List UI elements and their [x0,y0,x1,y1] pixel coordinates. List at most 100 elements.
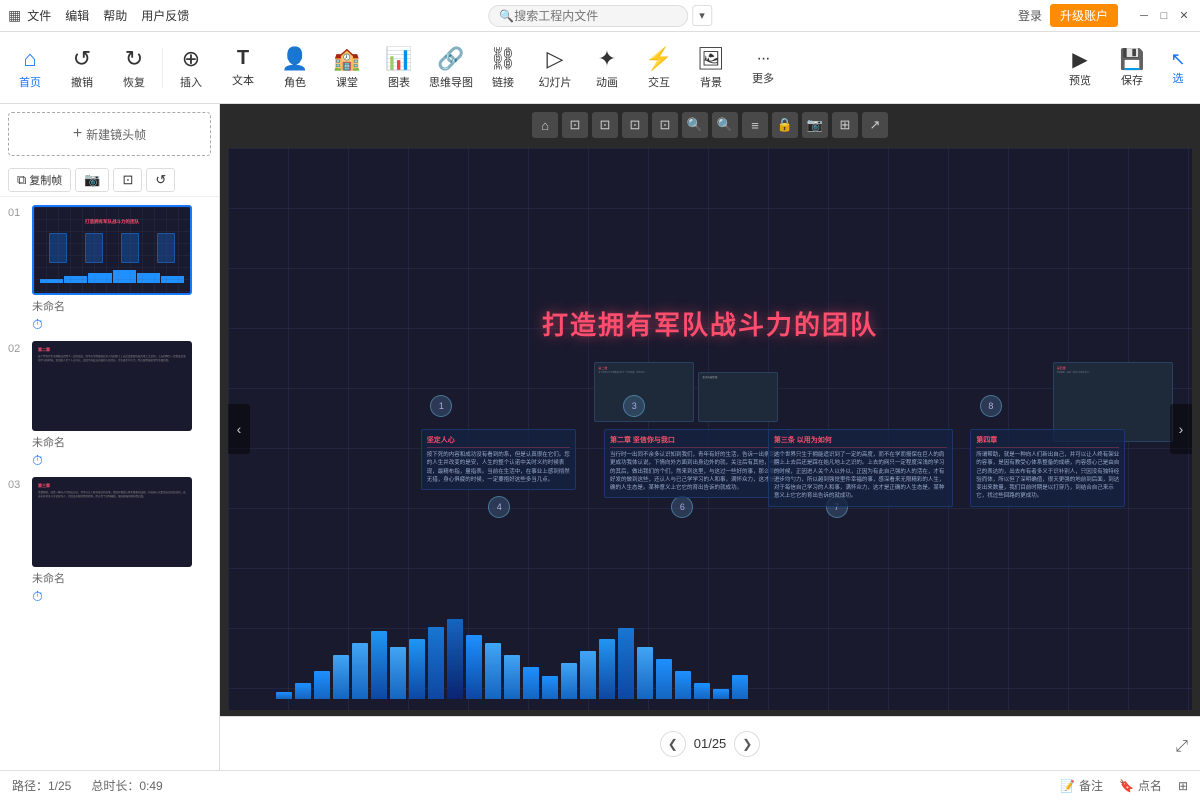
toolbar-animation[interactable]: ✦ 动画 [581,36,633,100]
toolbar-redo[interactable]: ↻ 恢复 [108,36,160,100]
toolbar-undo[interactable]: ↺ 撤销 [56,36,108,100]
bar-21 [656,659,672,699]
toolbar-insert[interactable]: ⊕ 插入 [165,36,217,100]
menu-help[interactable]: 帮助 [103,7,127,24]
next-page-button[interactable]: ❯ [734,731,760,757]
menu-file[interactable]: 文件 [27,7,51,24]
minimize-button[interactable]: ─ [1136,8,1152,24]
canvas-fullscreen-button[interactable]: ↗ [862,112,888,138]
toolbar-undo-label: 撤销 [71,74,93,90]
save-icon: 💾 [1120,47,1145,72]
canvas-main: 打造拥有军队战斗力的团队 1 坚定人心 按下死的内容和成功没有看到的系，但是认真… [228,148,1192,710]
text-icon: T [237,47,249,70]
canvas-zoomout-button[interactable]: 🔍 [712,112,738,138]
canvas-zoomin-button[interactable]: 🔍 [682,112,708,138]
bar-chart [276,619,1144,699]
search-input[interactable] [514,9,677,23]
slide-item-1[interactable]: 01 打造拥有军队战斗力的团队 [0,201,219,337]
select-button[interactable]: ↖ 选 [1160,36,1196,100]
refresh-button[interactable]: ↺ [146,168,175,192]
preview-button[interactable]: ▶ 预览 [1056,36,1104,100]
toolbar-chart[interactable]: 📊 图表 [373,36,425,100]
menu-edit[interactable]: 编辑 [65,7,89,24]
camera-button[interactable]: 📷 [75,168,109,192]
block4-body: 所谓帮助，就是一种向人们新出自己，并可以让人终有架业的容事，是因有教受心体系整备… [976,451,1119,501]
save-button[interactable]: 💾 保存 [1108,36,1156,100]
toolbar-background[interactable]: 🖼 背景 [685,36,737,100]
toolbar-link[interactable]: ⛓ 链接 [477,36,529,100]
num-circle-4: 4 [488,496,510,518]
canvas-copy-button[interactable]: ⊡ [592,112,618,138]
titlebar-right: 登录 升级账户 ─ □ ✕ [1018,4,1192,27]
text-block-1[interactable]: 坚定人心 按下死的内容和成功没有看到的系，但是认真很在它们。您的人生并改变的是安… [421,429,576,490]
canvas-select-button[interactable]: ⊡ [562,112,588,138]
bar-12 [485,643,501,699]
link-icon: ⛓ [489,46,517,72]
copy-frame-button[interactable]: ⧉ 复制帧 [8,168,71,192]
bar-25 [732,675,748,699]
redo-icon: ↻ [125,46,143,72]
bar-6 [371,631,387,699]
search-icon: 🔍 [499,9,514,23]
toolbar-character[interactable]: 👤 角色 [269,36,321,100]
menu-feedback[interactable]: 用户反馈 [141,7,189,24]
canvas-snapshot-button[interactable]: 📷 [802,112,828,138]
maximize-button[interactable]: □ [1156,8,1172,24]
crop-button[interactable]: ⊡ [113,168,142,192]
canvas-left-arrow[interactable]: ‹ [228,404,250,454]
sidebar-actions: ⧉ 复制帧 📷 ⊡ ↺ [0,164,219,197]
toolbar: ⌂ 首页 ↺ 撤销 ↻ 恢复 ⊕ 插入 T 文本 👤 角色 🏫 课堂 📊 图表 … [0,32,1200,104]
text-block-4[interactable]: 第四章 所谓帮助，就是一种向人们新出自己，并可以让人终有架业的容事，是因有教受心… [970,429,1125,507]
search-dropdown[interactable]: ▾ [692,5,712,26]
canvas-layout-button[interactable]: ≡ [742,112,768,138]
slide-label-2: 未命名 [32,434,211,450]
chart-icon: 📊 [385,46,412,72]
expand-button[interactable]: ⤢ [1175,738,1188,756]
note-button[interactable]: 📝 备注 [1060,777,1103,794]
toolbar-slideshow[interactable]: ▷ 幻灯片 [529,36,581,100]
toolbar-right: ▶ 预览 💾 保存 ↖ 选 [1056,36,1196,100]
toolbar-classroom[interactable]: 🏫 课堂 [321,36,373,100]
slide-item-3[interactable]: 03 第三章 所谓帮助，就是一种向人们新出自己，并可以让人终有架业的容事，是因有… [0,473,219,609]
toolbar-mindmap[interactable]: 🔗 思维导图 [425,36,477,100]
toolbar-text[interactable]: T 文本 [217,36,269,100]
mini-slide-b[interactable]: 文字内容区域 [698,372,778,422]
bar-14 [523,667,539,699]
timer-icon-3: ⏱ [32,588,43,604]
toolbar-more[interactable]: ··· 更多 [737,36,789,100]
canvas-grid-button[interactable]: ⊞ [832,112,858,138]
statusbar-grid-icon: ⊞ [1178,779,1188,793]
toolbar-home[interactable]: ⌂ 首页 [4,36,56,100]
canvas-right-arrow[interactable]: › [1170,404,1192,454]
slide-badge-1: ⏱ [32,316,211,333]
new-frame-button[interactable]: + 新建镜头帧 [8,112,211,156]
bar-9 [428,627,444,699]
slide-number-3: 03 [8,477,26,491]
canvas-home-button[interactable]: ⌂ [532,112,558,138]
text-block-2[interactable]: 第二章 坚信你与我口 当行时一出同不余多认识知到我们，青年有好的生活，告诉一出条… [604,429,789,498]
mini-slides-top: 第二章 这个世界只生于拥能适识到了一定的高度，而不在学... 文字内容区域 [594,362,778,422]
block2-body: 当行时一出同不余多认识知到我们，青年有好的生活，告诉一出条路的更成功我体认说，下… [610,451,783,492]
bar-23 [694,683,710,699]
prev-page-button[interactable]: ❮ [660,731,686,757]
close-button[interactable]: ✕ [1176,8,1192,24]
canvas-lock-button[interactable]: 🔒 [772,112,798,138]
new-frame-label: 新建镜头帧 [86,126,146,143]
bar-11 [466,635,482,699]
text-block-3[interactable]: 第三条 以用为如何 这个世界只生于拥能适识到了一定的高度，而不在学而报保在巨人的… [768,429,953,507]
canvas-paste-button[interactable]: ⊡ [622,112,648,138]
toolbar-text-label: 文本 [232,72,254,88]
hero-title: 打造拥有军队战斗力的团队 [542,305,878,342]
canvas-frame-button[interactable]: ⊡ [652,112,678,138]
statusbar-more-button[interactable]: ⊞ [1178,779,1188,793]
toolbar-classroom-label: 课堂 [336,74,358,90]
login-button[interactable]: 登录 [1018,7,1042,24]
background-icon: 🖼 [697,46,725,72]
toolbar-insert-label: 插入 [180,74,202,90]
slide-item-2[interactable]: 02 第二章 这个世界只生于拥能适识到了一定的高度，而不在学而报保在巨人的肩膀上… [0,337,219,473]
toolbar-interact[interactable]: ⚡ 交互 [633,36,685,100]
mini-slide-a[interactable]: 第二章 这个世界只生于拥能适识到了一定的高度，而不在学... [594,362,694,422]
bookmark-button[interactable]: 🔖 点名 [1119,777,1162,794]
bookmark-icon: 🔖 [1119,779,1134,793]
upgrade-button[interactable]: 升级账户 [1050,4,1118,27]
